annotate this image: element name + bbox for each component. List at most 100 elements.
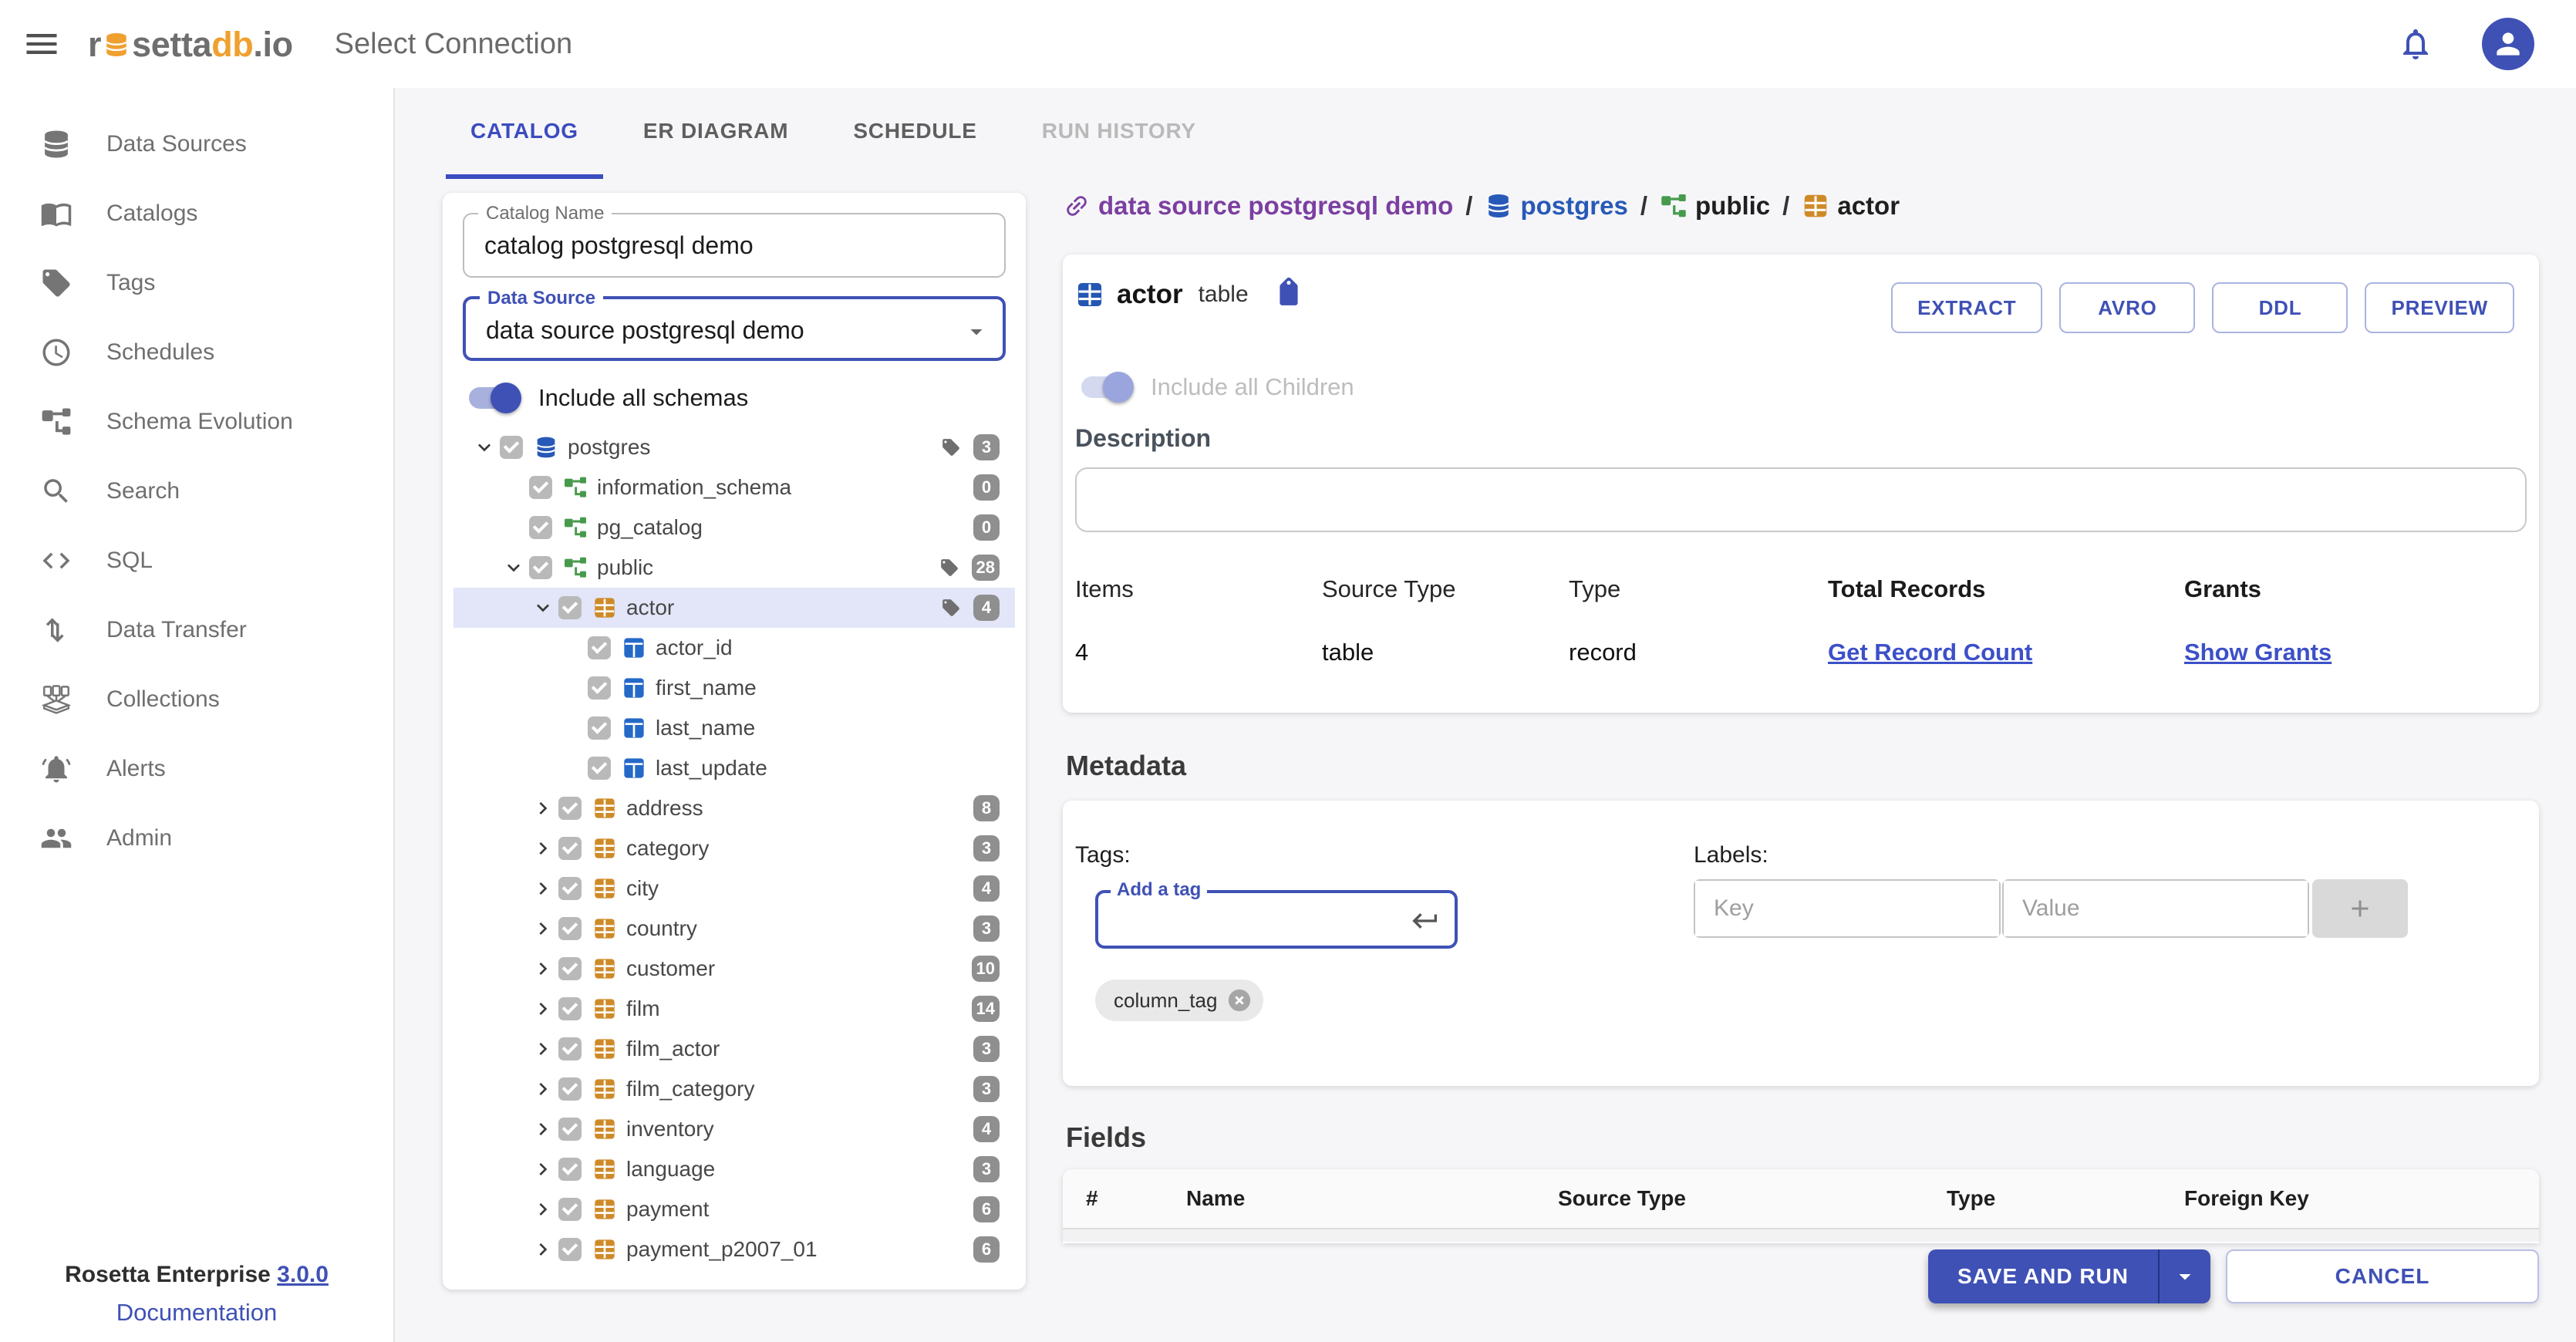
tab-schedule[interactable]: SCHEDULE [828, 88, 1001, 179]
checkbox[interactable] [558, 997, 582, 1020]
checkbox[interactable] [558, 797, 582, 820]
sidebar-item-catalogs[interactable]: Catalogs [0, 179, 393, 248]
version-link[interactable]: 3.0.0 [277, 1262, 329, 1287]
checkbox[interactable] [529, 476, 552, 499]
stat-value[interactable]: Get Record Count [1828, 639, 2184, 666]
tree-row[interactable]: category 3 [453, 828, 1015, 868]
sidebar-item-schema-evolution[interactable]: Schema Evolution [0, 387, 393, 457]
checkbox[interactable] [558, 596, 582, 619]
catalog-name-field[interactable]: Catalog Name [463, 213, 1006, 278]
checkbox[interactable] [558, 1118, 582, 1141]
description-input[interactable] [1075, 467, 2527, 532]
ddl-button[interactable]: DDL [2212, 282, 2348, 333]
tree-row[interactable]: public 28 [453, 548, 1015, 588]
sidebar-item-alerts[interactable]: Alerts [0, 734, 393, 804]
tree-row[interactable]: city 4 [453, 868, 1015, 909]
tab-catalog[interactable]: CATALOG [446, 88, 603, 179]
checkbox[interactable] [500, 436, 523, 459]
checkbox[interactable] [558, 1158, 582, 1181]
sidebar-item-tags[interactable]: Tags [0, 248, 393, 318]
checkbox[interactable] [558, 1238, 582, 1261]
tree-row[interactable]: address 8 [453, 788, 1015, 828]
extract-button[interactable]: EXTRACT [1891, 282, 2042, 333]
chevron-down-icon[interactable] [501, 555, 526, 580]
chevron-right-icon[interactable] [531, 1197, 555, 1222]
breadcrumb-item[interactable]: public [1660, 191, 1770, 221]
tree-row[interactable]: country 3 [453, 909, 1015, 949]
tree-row[interactable]: last_name [453, 708, 1015, 748]
save-and-run-button[interactable]: SAVE AND RUN [1928, 1249, 2210, 1303]
chevron-right-icon[interactable] [531, 1077, 555, 1101]
add-label-button[interactable] [2312, 879, 2408, 938]
tree-row[interactable]: film_category 3 [453, 1069, 1015, 1109]
data-source-select[interactable]: Data Source data source postgresql demo [463, 296, 1006, 361]
chevron-down-icon[interactable] [531, 595, 555, 620]
avro-button[interactable]: AVRO [2059, 282, 2195, 333]
add-tag-input[interactable] [1098, 893, 1396, 946]
chevron-right-icon[interactable] [531, 956, 555, 981]
tree-row[interactable]: last_update [453, 748, 1015, 788]
cancel-button[interactable]: CANCEL [2226, 1249, 2539, 1303]
tree-row[interactable]: actor 4 [453, 588, 1015, 628]
label-key-field[interactable] [1694, 879, 2001, 938]
checkbox[interactable] [588, 717, 611, 740]
avatar[interactable] [2482, 18, 2534, 70]
preview-button[interactable]: PREVIEW [2365, 282, 2514, 333]
chevron-right-icon[interactable] [531, 1237, 555, 1262]
menu-icon[interactable] [22, 24, 62, 64]
tree-row[interactable]: information_schema 0 [453, 467, 1015, 507]
sidebar-item-data-sources[interactable]: Data Sources [0, 110, 393, 179]
save-dropdown-toggle[interactable] [2160, 1249, 2210, 1303]
checkbox[interactable] [558, 877, 582, 900]
tree-row[interactable]: pg_catalog 0 [453, 507, 1015, 548]
checkbox[interactable] [588, 757, 611, 780]
sidebar-item-schedules[interactable]: Schedules [0, 318, 393, 387]
label-value-field[interactable] [2002, 879, 2309, 938]
breadcrumb-item[interactable]: data source postgresql demo [1063, 191, 1453, 221]
chevron-right-icon[interactable] [531, 876, 555, 901]
chevron-right-icon[interactable] [531, 836, 555, 861]
tree-row[interactable]: first_name [453, 668, 1015, 708]
sidebar-item-collections[interactable]: Collections [0, 665, 393, 734]
chevron-right-icon[interactable] [531, 1037, 555, 1061]
label-key-input[interactable] [1695, 881, 1999, 936]
label-value-input[interactable] [2004, 881, 2308, 936]
checkbox[interactable] [558, 1198, 582, 1221]
notifications-icon[interactable] [2397, 25, 2434, 62]
tab-er-diagram[interactable]: ER DIAGRAM [619, 88, 813, 179]
chevron-right-icon[interactable] [531, 916, 555, 941]
tree-row[interactable]: payment 6 [453, 1189, 1015, 1229]
tree-row[interactable]: language 3 [453, 1149, 1015, 1189]
chevron-right-icon[interactable] [531, 996, 555, 1021]
stat-value[interactable]: Show Grants [2184, 639, 2527, 666]
checkbox[interactable] [558, 917, 582, 940]
chevron-down-icon[interactable] [472, 435, 497, 460]
tree-row[interactable]: payment_p2007_01 6 [453, 1229, 1015, 1270]
tree-row[interactable]: inventory 4 [453, 1109, 1015, 1149]
checkbox[interactable] [588, 636, 611, 659]
checkbox[interactable] [558, 837, 582, 860]
checkbox[interactable] [529, 516, 552, 539]
include-all-schemas-toggle[interactable] [466, 383, 518, 413]
remove-tag-icon[interactable] [1226, 987, 1253, 1013]
documentation-link[interactable]: Documentation [0, 1299, 393, 1327]
checkbox[interactable] [529, 556, 552, 579]
breadcrumb-item[interactable]: actor [1802, 191, 1900, 221]
checkbox[interactable] [558, 1037, 582, 1060]
breadcrumb-item[interactable]: postgres [1485, 191, 1627, 221]
chevron-right-icon[interactable] [531, 1157, 555, 1182]
tree-row[interactable]: actor_id [453, 628, 1015, 668]
tree-row[interactable]: film_actor 3 [453, 1029, 1015, 1069]
sidebar-item-search[interactable]: Search [0, 457, 393, 526]
sidebar-item-data-transfer[interactable]: Data Transfer [0, 595, 393, 665]
checkbox[interactable] [588, 676, 611, 700]
tree-row[interactable]: postgres 3 [453, 427, 1015, 467]
sidebar-item-sql[interactable]: SQL [0, 526, 393, 595]
sidebar-item-admin[interactable]: Admin [0, 804, 393, 873]
checkbox[interactable] [558, 1077, 582, 1101]
chevron-right-icon[interactable] [531, 796, 555, 821]
chevron-right-icon[interactable] [531, 1117, 555, 1141]
add-tag-field[interactable]: Add a tag [1095, 890, 1458, 949]
tree-row[interactable]: film 14 [453, 989, 1015, 1029]
checkbox[interactable] [558, 957, 582, 980]
